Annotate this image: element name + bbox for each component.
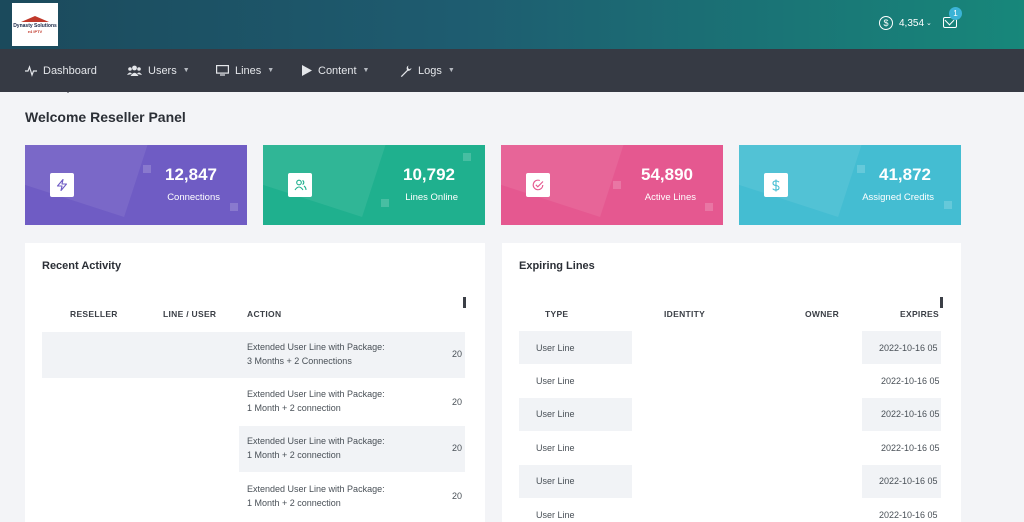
card-decoration [463, 153, 471, 161]
chevron-down-icon: ⌄ [926, 20, 932, 27]
nav-logs-label: Logs [418, 64, 442, 77]
type-cell: User Line [536, 376, 575, 386]
column-header-action[interactable]: ACTION [247, 309, 281, 319]
activity-icon [25, 64, 37, 77]
nav-lines-label: Lines [235, 64, 262, 77]
brand-logo[interactable]: Dynasty Solutions e4 IPTV [12, 3, 58, 46]
card-decoration [381, 199, 389, 207]
card-decoration [613, 181, 621, 189]
type-cell: User Line [536, 409, 575, 419]
action-detail: 1 Month + 2 connection [247, 450, 341, 460]
action-text: Extended User Line with Package: [247, 342, 385, 352]
chevron-down-icon: ▼ [182, 67, 190, 74]
check-circle-icon [526, 173, 550, 197]
stat-label: Active Lines [644, 192, 696, 203]
action-text: Extended User Line with Package: [247, 436, 385, 446]
logo-text-line2: e4 IPTV [27, 28, 43, 34]
main-nav: Dashboard Users ▼ Lines ▼ Content ▼ Logs… [0, 49, 1024, 92]
date-cell: 20 [452, 397, 463, 407]
expires-cell: 2022-10-16 05 [879, 476, 938, 486]
wrench-icon [400, 65, 412, 77]
card-decoration [705, 203, 713, 211]
play-icon [302, 65, 312, 76]
stat-label: Assigned Credits [862, 192, 934, 203]
card-decoration [739, 145, 873, 218]
panel-title: Recent Activity [42, 260, 122, 272]
nav-logs[interactable]: Logs ▼ [400, 49, 455, 92]
column-header-expires[interactable]: EXPIRES [900, 309, 939, 319]
column-header-reseller[interactable]: RESELLER [70, 309, 118, 319]
stat-card-connections[interactable]: 12,847 Connections [25, 145, 247, 225]
zap-icon [50, 173, 74, 197]
stat-card-assigned-credits[interactable]: 41,872 Assigned Credits [739, 145, 961, 225]
date-cell: 20 [452, 349, 463, 359]
action-cell: Extended User Line with Package: 1 Month… [247, 482, 385, 510]
dollar-icon [764, 173, 788, 197]
stat-value: 12,847 [165, 165, 217, 184]
users-icon [288, 173, 312, 197]
top-header: Dynasty Solutions e4 IPTV $ 4,354 ⌄ 1 [0, 0, 1024, 49]
type-cell: User Line [536, 343, 575, 353]
card-decoration [143, 165, 151, 173]
nav-content-label: Content [318, 64, 357, 77]
date-cell: 20 [452, 491, 463, 501]
card-decoration [944, 201, 952, 209]
column-header-type[interactable]: TYPE [545, 309, 568, 319]
panel-title: Expiring Lines [519, 260, 595, 272]
date-cell: 20 [452, 443, 463, 453]
active-nav-pointer [62, 87, 74, 93]
card-decoration [857, 165, 865, 173]
action-cell: Extended User Line with Package: 1 Month… [247, 434, 385, 462]
expires-cell: 2022-10-16 05 [879, 343, 938, 353]
chevron-down-icon: ▼ [362, 67, 370, 74]
action-detail: 1 Month + 2 connection [247, 403, 341, 413]
credits-dropdown[interactable]: $ 4,354 ⌄ [879, 16, 932, 30]
stat-value: 10,792 [403, 165, 455, 184]
users-icon [127, 65, 142, 76]
chevron-down-icon: ▼ [267, 67, 275, 74]
nav-lines[interactable]: Lines ▼ [216, 49, 274, 92]
action-text: Extended User Line with Package: [247, 389, 385, 399]
expires-cell: 2022-10-16 05 [879, 510, 938, 520]
nav-dashboard-label: Dashboard [43, 64, 97, 77]
scrollbar-thumb[interactable] [940, 297, 943, 308]
recent-activity-panel: Recent Activity [25, 243, 485, 522]
notification-badge: 1 [949, 7, 962, 20]
type-cell: User Line [536, 443, 575, 453]
type-cell: User Line [536, 476, 575, 486]
action-detail: 1 Month + 2 connection [247, 498, 341, 508]
card-decoration [25, 145, 159, 218]
logo-roof-shape [21, 15, 49, 22]
column-header-identity[interactable]: IDENTITY [664, 309, 705, 319]
column-header-owner[interactable]: OWNER [805, 309, 839, 319]
nav-dashboard[interactable]: Dashboard [25, 49, 97, 92]
type-cell: User Line [536, 510, 575, 520]
action-cell: Extended User Line with Package: 3 Month… [247, 340, 385, 368]
stat-card-active-lines[interactable]: 54,890 Active Lines [501, 145, 723, 225]
stat-label: Lines Online [405, 192, 458, 203]
card-decoration [263, 145, 397, 218]
stat-card-lines-online[interactable]: 10,792 Lines Online [263, 145, 485, 225]
nav-content[interactable]: Content ▼ [302, 49, 369, 92]
action-detail: 3 Months + 2 Connections [247, 356, 352, 366]
action-text: Extended User Line with Package: [247, 484, 385, 494]
expires-cell: 2022-10-16 05 [881, 443, 940, 453]
nav-users-label: Users [148, 64, 177, 77]
expires-cell: 2022-10-16 05 [881, 409, 940, 419]
nav-users[interactable]: Users ▼ [127, 49, 190, 92]
dollar-circle-icon: $ [879, 16, 893, 30]
chevron-down-icon: ▼ [447, 67, 455, 74]
page-title: Welcome Reseller Panel [25, 109, 186, 125]
credits-value: 4,354 [899, 17, 925, 29]
column-header-line-user[interactable]: LINE / USER [163, 309, 216, 319]
action-cell: Extended User Line with Package: 1 Month… [247, 387, 385, 415]
stat-label: Connections [167, 192, 220, 203]
card-decoration [230, 203, 238, 211]
monitor-icon [216, 65, 229, 76]
expires-cell: 2022-10-16 05 [881, 376, 940, 386]
stat-value: 41,872 [879, 165, 931, 184]
stat-value: 54,890 [641, 165, 693, 184]
scrollbar-thumb[interactable] [463, 297, 466, 308]
